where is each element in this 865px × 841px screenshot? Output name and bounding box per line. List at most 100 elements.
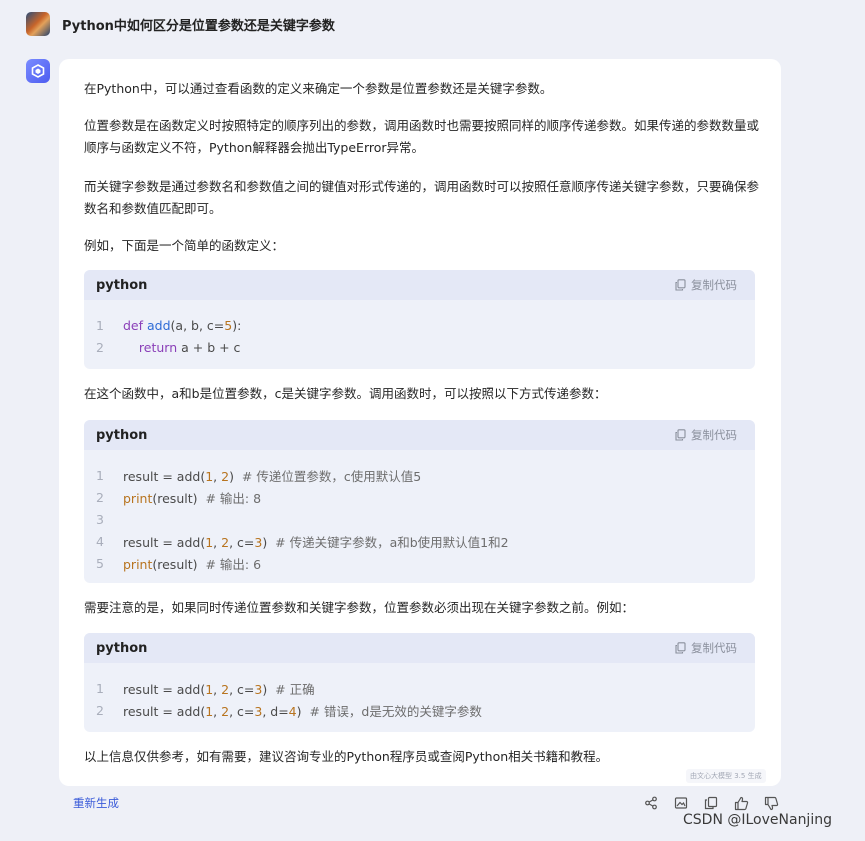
model-badge: 由文心大模型 3.5 生成 <box>686 769 766 783</box>
number-literal: 1 <box>205 703 214 719</box>
code-comment: # 错误，d是无效的关键字参数 <box>309 703 482 719</box>
code-text: ): <box>232 317 242 333</box>
image-icon <box>674 797 688 809</box>
number-literal: 2 <box>221 534 230 550</box>
code-comment: # 传递位置参数，c使用默认值5 <box>241 468 422 484</box>
answer-paragraph-7: 以上信息仅供参考，如有需要，建议咨询专业的Python程序员或查阅Python相… <box>84 749 609 764</box>
copy-code-label: 复制代码 <box>691 278 737 292</box>
code-text: (a, b, c= <box>170 317 225 333</box>
number-literal: 1 <box>205 681 214 697</box>
number-literal: 1 <box>205 534 214 550</box>
csdn-watermark: CSDN @ILoveNanjing <box>683 812 832 828</box>
code-header: python 复制代码 <box>84 633 755 663</box>
line-number: 4 <box>96 533 104 549</box>
copy-icon <box>675 642 686 654</box>
code-text: result = add( <box>123 468 206 484</box>
code-text: ) <box>262 534 276 550</box>
user-avatar <box>26 12 50 36</box>
code-text: ) <box>296 703 310 719</box>
code-text: , c= <box>229 681 255 697</box>
thumbs-down-button[interactable] <box>760 795 782 811</box>
code-line: 2 result = add(1, 2, c=3, d=4) # 错误，d是无效… <box>84 699 755 721</box>
code-text: , <box>213 681 222 697</box>
copy-answer-button[interactable] <box>700 795 722 811</box>
builtin-name: print <box>123 490 153 506</box>
copy-code-button[interactable]: 复制代码 <box>675 277 737 293</box>
line-number: 1 <box>96 467 104 483</box>
image-button[interactable] <box>670 795 692 811</box>
answer-paragraph-4: 例如，下面是一个简单的函数定义： <box>84 238 285 253</box>
code-text: , c= <box>229 534 255 550</box>
line-number: 2 <box>96 489 104 505</box>
answer-paragraph-5: 在这个函数中，a和b是位置参数，c是关键字参数。调用函数时，可以按照以下方式传递… <box>84 386 607 401</box>
answer-card: 在Python中，可以通过查看函数的定义来确定一个参数是位置参数还是关键字参数。… <box>59 59 781 786</box>
code-line: 1 result = add(1, 2) # 传递位置参数，c使用默认值5 <box>84 464 755 486</box>
code-header: python 复制代码 <box>84 270 755 300</box>
copy-code-button[interactable]: 复制代码 <box>675 427 737 443</box>
keyword: def <box>123 317 144 333</box>
regenerate-button[interactable]: 重新生成 <box>73 795 119 811</box>
code-text: ) <box>229 468 242 484</box>
code-line: 1 result = add(1, 2, c=3) # 正确 <box>84 677 755 699</box>
code-block-2: python 复制代码 1 result = add(1, 2) # 传递位置参… <box>84 420 755 583</box>
number-literal: 1 <box>205 468 214 484</box>
question-row: Python中如何区分是位置参数还是关键字参数 <box>26 12 335 36</box>
code-line: 4 result = add(1, 2, c=3) # 传递关键字参数，a和b使… <box>84 530 755 552</box>
code-line: 5 print(result) # 输出: 6 <box>84 552 755 574</box>
function-name: add <box>147 317 171 333</box>
thumbs-up-icon <box>734 796 748 810</box>
code-text: result = add( <box>123 681 206 697</box>
code-line: 2 return a + b + c <box>84 336 755 358</box>
code-text: ) <box>262 681 276 697</box>
copy-code-label: 复制代码 <box>691 428 737 442</box>
number-literal: 4 <box>288 703 297 719</box>
code-language-label: python <box>96 277 148 293</box>
code-header: python 复制代码 <box>84 420 755 450</box>
code-block-1: python 复制代码 1 def add(a, b, c=5): 2 retu… <box>84 270 755 369</box>
answer-actions <box>640 795 790 811</box>
code-line: 2 print(result) # 输出: 8 <box>84 486 755 508</box>
line-number: 1 <box>96 317 104 333</box>
line-number: 2 <box>96 702 104 718</box>
share-button[interactable] <box>640 795 662 811</box>
code-block-3: python 复制代码 1 result = add(1, 2, c=3) # … <box>84 633 755 732</box>
code-text: result = add( <box>123 534 206 550</box>
code-comment: # 输出: 6 <box>205 556 262 572</box>
question-text: Python中如何区分是位置参数还是关键字参数 <box>62 18 335 34</box>
copy-code-button[interactable]: 复制代码 <box>675 640 737 656</box>
answer-paragraph-2: 位置参数是在函数定义时按照特定的顺序列出的参数，调用函数时也需要按照同样的顺序传… <box>84 118 760 155</box>
answer-paragraph-1: 在Python中，可以通过查看函数的定义来确定一个参数是位置参数还是关键字参数。 <box>84 81 553 96</box>
number-literal: 2 <box>221 703 230 719</box>
builtin-name: print <box>123 556 153 572</box>
number-literal: 2 <box>221 468 230 484</box>
number-literal: 2 <box>221 681 230 697</box>
code-comment: # 输出: 8 <box>205 490 262 506</box>
code-text: , c= <box>229 703 255 719</box>
answer-paragraph-3: 而关键字参数是通过参数名和参数值之间的键值对形式传递的，调用函数时可以按照任意顺… <box>84 179 760 216</box>
code-comment: # 正确 <box>275 681 315 697</box>
thumbs-down-icon <box>764 796 778 810</box>
code-language-label: python <box>96 427 148 443</box>
line-number: 5 <box>96 555 104 571</box>
thumbs-up-button[interactable] <box>730 795 752 811</box>
code-comment: # 传递关键字参数，a和b使用默认值1和2 <box>275 534 509 550</box>
answer-paragraph-6: 需要注意的是，如果同时传递位置参数和关键字参数，位置参数必须出现在关键字参数之前… <box>84 600 635 615</box>
code-text: a + b + c <box>177 339 241 355</box>
share-icon <box>645 796 657 810</box>
code-text: result = add( <box>123 703 206 719</box>
bot-avatar-icon <box>26 59 50 83</box>
copy-icon <box>704 796 718 810</box>
code-text: , <box>213 468 222 484</box>
line-number: 2 <box>96 339 104 355</box>
copy-icon <box>675 279 686 291</box>
keyword: return <box>138 339 178 355</box>
code-text: , d= <box>262 703 289 719</box>
code-language-label: python <box>96 640 148 656</box>
code-text: , <box>213 534 222 550</box>
line-number: 1 <box>96 680 104 696</box>
code-line: 3 <box>84 508 755 530</box>
copy-icon <box>675 429 686 441</box>
code-line: 1 def add(a, b, c=5): <box>84 314 755 336</box>
code-text: (result) <box>152 556 206 572</box>
copy-code-label: 复制代码 <box>691 641 737 655</box>
